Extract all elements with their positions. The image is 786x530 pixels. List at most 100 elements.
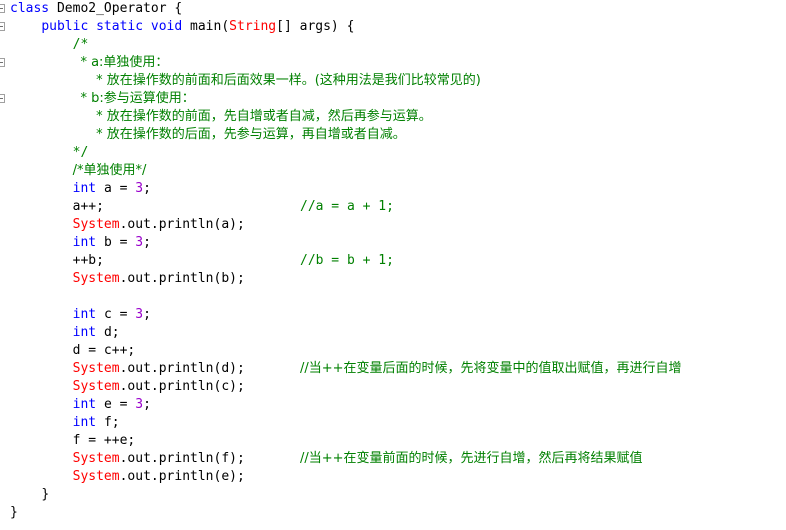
code-line[interactable]: class Demo2_Operator {	[10, 0, 786, 18]
code-token: * b:参与运算使用：	[80, 91, 195, 106]
code-line[interactable]: ++b; //b = b + 1;	[10, 252, 786, 270]
code-token: a =	[103, 181, 136, 196]
code-token: ;	[143, 397, 151, 412]
code-line[interactable]: */	[10, 144, 786, 162]
code-line[interactable]: d = c++;	[10, 342, 786, 360]
code-line[interactable]: System.out.println(c);	[10, 378, 786, 396]
code-token: .out.println(c);	[119, 379, 245, 394]
code-line[interactable]: f = ++e;	[10, 432, 786, 450]
fold-marker-minus-icon[interactable]	[0, 94, 5, 103]
code-token: c =	[103, 307, 136, 322]
code-token: String	[229, 19, 277, 34]
code-line[interactable]: System.out.println(f); //当++在变量前面的时候，先进行自…	[10, 450, 786, 468]
code-line[interactable]: int a = 3;	[10, 180, 786, 198]
code-token: System	[72, 271, 120, 286]
code-token: System	[72, 379, 120, 394]
code-token: f;	[103, 415, 120, 430]
code-token: Demo2_Operator {	[56, 1, 183, 16]
code-token: * 放在操作数的前面和后面效果一样。(这种用法是我们比较常见的)	[96, 73, 481, 88]
code-token: System	[72, 451, 120, 466]
code-token: .out.println(e);	[119, 469, 245, 484]
code-line[interactable]: int c = 3;	[10, 306, 786, 324]
code-line[interactable]: a++; //a = a + 1;	[10, 198, 786, 216]
code-token: main(	[190, 19, 230, 34]
code-token: .out.println(f);	[119, 451, 245, 466]
code-line[interactable]: int f;	[10, 414, 786, 432]
code-area[interactable]: class Demo2_Operator { public static voi…	[10, 0, 786, 522]
code-token: int	[72, 325, 104, 340]
code-token: * 放在操作数的后面，先参与运算，再自增或者自减。	[96, 127, 406, 142]
code-token: 3	[135, 181, 144, 196]
code-token: b =	[103, 235, 136, 250]
code-line[interactable]: * b:参与运算使用：	[10, 90, 786, 108]
code-token: ;	[143, 235, 151, 250]
code-line[interactable]: System.out.println(d); //当++在变量后面的时候，先将变量…	[10, 360, 786, 378]
code-line[interactable]: * 放在操作数的前面，先自增或者自减，然后再参与运算。	[10, 108, 786, 126]
code-token: public static void	[41, 19, 191, 34]
code-token: * 放在操作数的前面，先自增或者自减，然后再参与运算。	[96, 109, 432, 124]
code-line[interactable]: int e = 3;	[10, 396, 786, 414]
code-line[interactable]: int d;	[10, 324, 786, 342]
fold-marker-minus-icon[interactable]	[0, 4, 5, 13]
code-token: ;	[143, 181, 151, 196]
code-line[interactable]: System.out.println(e);	[10, 468, 786, 486]
code-token: 3	[135, 235, 144, 250]
code-token: System	[72, 217, 120, 232]
code-line[interactable]: int b = 3;	[10, 234, 786, 252]
code-line[interactable]: System.out.println(b);	[10, 270, 786, 288]
code-line[interactable]: System.out.println(a);	[10, 216, 786, 234]
code-line[interactable]: }	[10, 504, 786, 522]
code-token: System	[72, 469, 120, 484]
code-token: ++b;	[72, 253, 104, 268]
code-token: }	[41, 487, 50, 502]
code-line[interactable]: * 放在操作数的后面，先参与运算，再自增或者自减。	[10, 126, 786, 144]
code-token: System	[72, 361, 120, 376]
fold-marker-minus-icon[interactable]	[0, 58, 5, 67]
code-token: 3	[135, 307, 144, 322]
inline-comment: //当++在变量后面的时候，先将变量中的值取出赋值，再进行自增	[300, 361, 682, 376]
inline-comment: //b = b + 1;	[300, 253, 394, 268]
code-line[interactable]: /*	[10, 36, 786, 54]
code-token: int	[72, 307, 104, 322]
code-line[interactable]: * 放在操作数的前面和后面效果一样。(这种用法是我们比较常见的)	[10, 72, 786, 90]
code-token: .out.println(a);	[119, 217, 245, 232]
code-line[interactable]: /*单独使用*/	[10, 162, 786, 180]
code-token: e =	[103, 397, 136, 412]
code-line[interactable]: public static void main(String[] args) {	[10, 18, 786, 36]
code-token: a++;	[72, 199, 104, 214]
code-token: */	[72, 145, 89, 160]
code-token: }	[10, 505, 18, 520]
code-token: f = ++e;	[72, 433, 136, 448]
code-editor[interactable]: class Demo2_Operator { public static voi…	[0, 0, 786, 530]
fold-marker-minus-icon[interactable]	[0, 22, 5, 31]
inline-comment: //当++在变量前面的时候，先进行自增，然后再将结果赋值	[300, 451, 643, 466]
fold-gutter[interactable]	[0, 0, 10, 530]
code-token: ;	[143, 307, 151, 322]
code-token: int	[72, 181, 104, 196]
code-token: int	[72, 235, 104, 250]
code-line[interactable]	[10, 288, 786, 306]
code-line[interactable]: }	[10, 486, 786, 504]
code-token: int	[72, 415, 104, 430]
code-token: class	[10, 1, 57, 16]
code-token: d = c++;	[72, 343, 136, 358]
code-line[interactable]: * a:单独使用：	[10, 54, 786, 72]
